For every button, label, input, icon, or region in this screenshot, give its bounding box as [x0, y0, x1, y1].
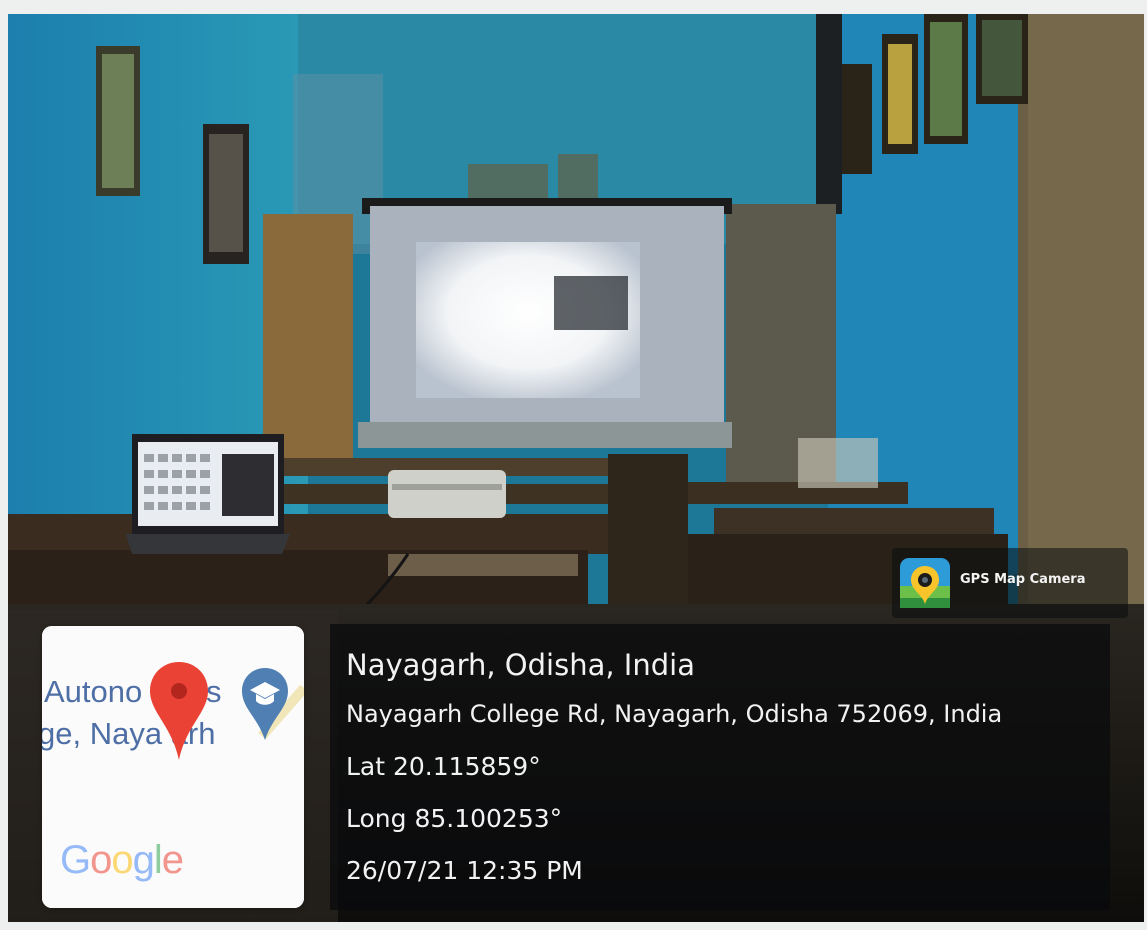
latitude: Lat 20.115859° [346, 752, 541, 781]
map-place-label: Autono [44, 674, 143, 709]
google-logo-letter: o [111, 838, 133, 882]
gps-map-camera-label: GPS Map Camera [960, 572, 1086, 587]
google-logo-letter: G [60, 838, 91, 882]
longitude: Long 85.100253° [346, 804, 563, 833]
gps-map-camera-badge: GPS Map Camera [892, 548, 1128, 618]
google-logo-letter: g [132, 838, 155, 882]
google-logo-letter: e [161, 838, 184, 882]
location-info-panel: Nayagarh, Odisha, India Nayagarh College… [330, 624, 1110, 910]
graduation-cap-marker-icon [242, 668, 288, 740]
map-pin-icon [150, 662, 208, 760]
timestamp: 26/07/21 12:35 PM [346, 856, 583, 885]
location-address: Nayagarh College Rd, Nayagarh, Odisha 75… [346, 700, 1003, 728]
google-logo-letter: o [90, 838, 112, 882]
location-title: Nayagarh, Odisha, India [346, 648, 695, 682]
photo: Autono s ge, Naya arh Google GPS Map Cam… [8, 14, 1144, 922]
gps-map-camera-app-icon [900, 558, 950, 608]
google-logo: Google [60, 838, 184, 883]
map-thumbnail[interactable]: Autono s ge, Naya arh Google [42, 626, 304, 908]
google-logo-letter: l [153, 838, 163, 882]
